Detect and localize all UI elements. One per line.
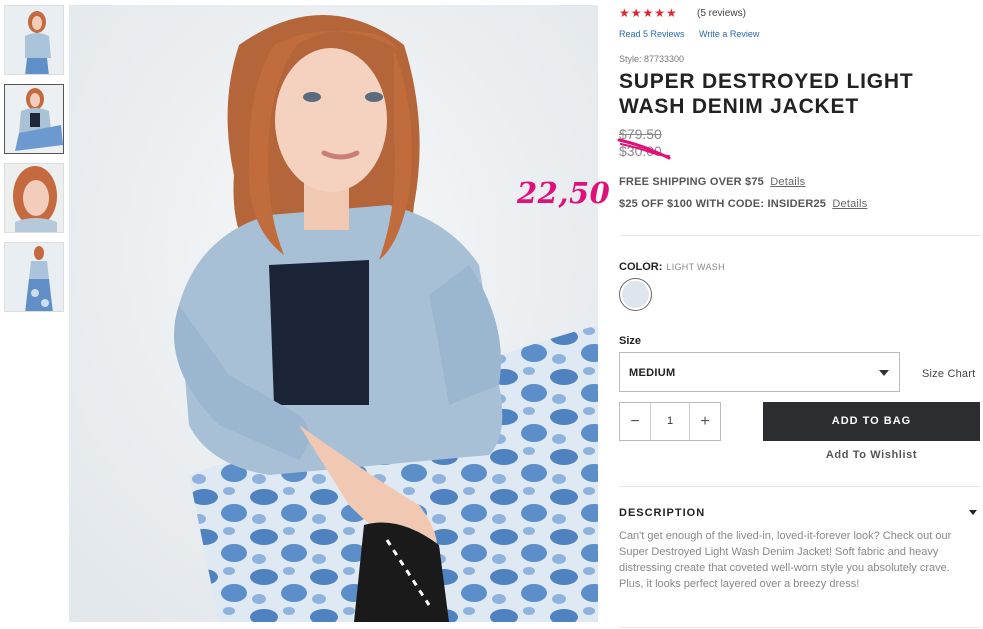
shipping-promo: FREE SHIPPING OVER $75 Details — [619, 176, 805, 188]
thumbnail-3-image — [5, 164, 63, 232]
add-to-wishlist-link[interactable]: Add To Wishlist — [763, 449, 980, 461]
description-heading[interactable]: DESCRIPTION — [619, 507, 705, 519]
quantity-stepper: − 1 + — [619, 402, 721, 441]
product-title-line2: WASH DENIM JACKET — [619, 95, 859, 118]
rating-stars[interactable]: ★★★★★ — [619, 6, 678, 20]
quantity-value[interactable]: 1 — [651, 403, 689, 440]
original-price: $79.50 — [619, 126, 662, 142]
thumbnail-1-image — [5, 6, 63, 74]
discount-promo: $25 OFF $100 WITH CODE: INSIDER25 Detail… — [619, 198, 867, 210]
size-selected-value: MEDIUM — [629, 367, 676, 379]
main-product-image[interactable] — [69, 5, 598, 622]
review-links: Read 5 Reviews Write a Review — [619, 29, 771, 39]
handwritten-price-note: 22,50 — [517, 176, 611, 210]
size-chart-link[interactable]: Size Chart — [922, 368, 975, 380]
review-count: (5 reviews) — [697, 8, 746, 19]
read-reviews-link[interactable]: Read 5 Reviews — [619, 29, 685, 39]
color-swatch-light-wash[interactable] — [619, 278, 652, 311]
style-number: Style: 87733300 — [619, 54, 685, 64]
divider — [619, 235, 981, 236]
thumbnail-1[interactable] — [4, 5, 64, 75]
thumbnail-3[interactable] — [4, 163, 64, 233]
color-label-text: COLOR: — [619, 261, 663, 273]
size-select[interactable]: MEDIUM — [619, 352, 900, 392]
description-toggle-icon[interactable] — [969, 510, 977, 515]
product-title-line1: SUPER DESTROYED LIGHT — [619, 70, 914, 93]
shipping-details-link[interactable]: Details — [770, 176, 805, 188]
thumbnail-4-image — [5, 243, 63, 311]
add-to-bag-button[interactable]: ADD TO BAG — [763, 402, 980, 441]
thumbnail-2[interactable] — [4, 84, 64, 154]
shipping-promo-text: FREE SHIPPING OVER $75 — [619, 176, 764, 188]
model-photo — [69, 5, 598, 622]
color-value: LIGHT WASH — [666, 262, 725, 272]
description-text: Can't get enough of the lived-in, loved-… — [619, 530, 952, 590]
caret-down-icon — [879, 370, 889, 376]
discount-details-link[interactable]: Details — [832, 198, 867, 210]
discount-promo-text: $25 OFF $100 WITH CODE: INSIDER25 — [619, 198, 827, 210]
thumbnail-strip — [4, 5, 66, 321]
product-title: SUPER DESTROYED LIGHT WASH DENIM JACKET — [619, 69, 959, 119]
thumbnail-4[interactable] — [4, 242, 64, 312]
thumbnail-2-image — [5, 85, 63, 153]
divider — [619, 486, 981, 487]
quantity-increase-button[interactable]: + — [689, 403, 720, 440]
sale-price: $30.00 — [619, 143, 662, 159]
write-review-link[interactable]: Write a Review — [699, 29, 759, 39]
divider — [619, 627, 981, 628]
quantity-decrease-button[interactable]: − — [620, 403, 651, 440]
size-label: Size — [619, 335, 642, 347]
color-label: COLOR: LIGHT WASH — [619, 261, 725, 273]
